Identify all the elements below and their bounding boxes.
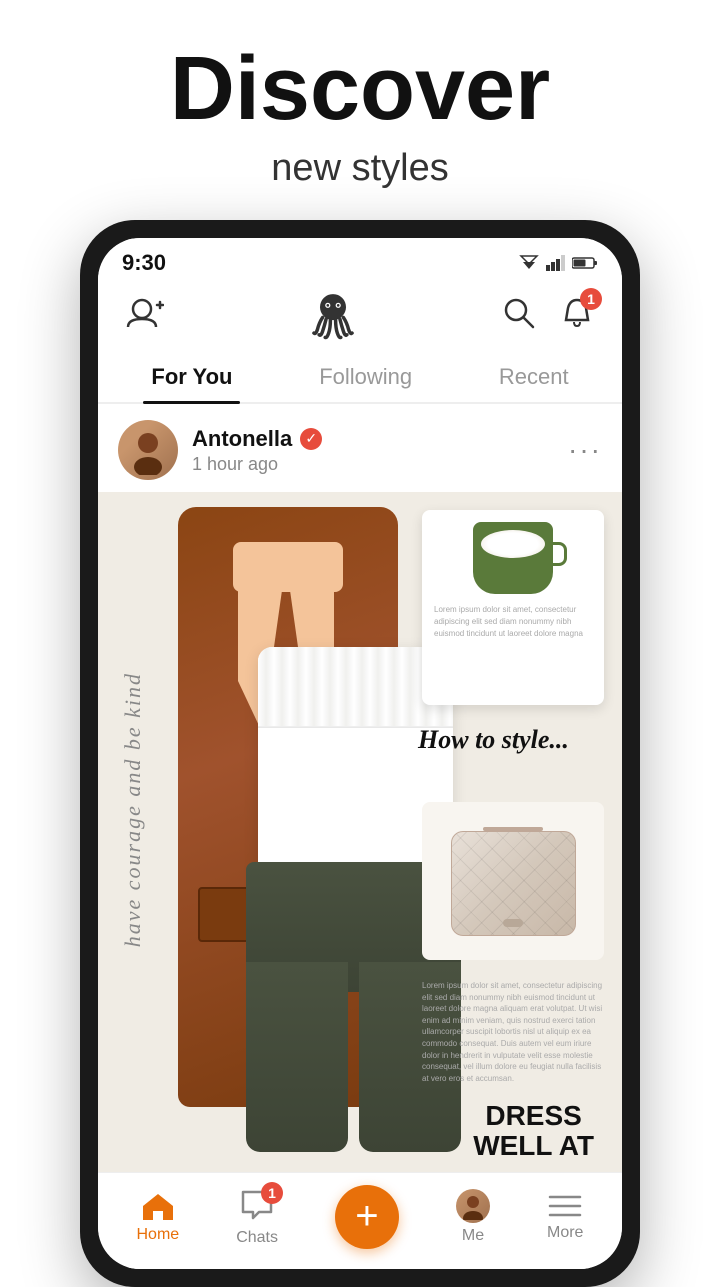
header-right: 1 xyxy=(498,292,598,337)
nav-me-avatar xyxy=(456,1189,490,1223)
coffee-card: Lorem ipsum dolor sit amet, consectetur … xyxy=(422,510,604,705)
pants-left-leg xyxy=(246,962,348,1152)
tab-for-you[interactable]: For You xyxy=(131,352,252,402)
dress-well-text: DRESS WELL AT xyxy=(473,1101,594,1160)
more-label: More xyxy=(547,1224,583,1242)
how-to-style-text: How to style... xyxy=(418,724,600,755)
chats-icon-wrapper: 1 xyxy=(239,1188,275,1225)
search-icon xyxy=(502,296,536,330)
user-info: Antonella ✓ 1 hour ago xyxy=(192,426,322,475)
phone-screen: 9:30 xyxy=(98,238,622,1269)
status-bar: 9:30 xyxy=(98,238,622,280)
outfit-collage: have courage and be kind xyxy=(98,492,622,1172)
status-icons xyxy=(518,255,598,271)
me-label: Me xyxy=(462,1227,484,1245)
status-time: 9:30 xyxy=(122,250,166,276)
user-name-row: Antonella ✓ xyxy=(192,426,322,452)
coffee-cream xyxy=(481,530,545,558)
hero-section: Discover new styles xyxy=(0,0,720,220)
coffee-cup xyxy=(473,522,553,594)
nav-more[interactable]: More xyxy=(547,1192,583,1242)
lorem-text-block: Lorem ipsum dolor sit amet, consectetur … xyxy=(422,980,604,1084)
add-user-icon xyxy=(126,297,164,329)
chats-label: Chats xyxy=(236,1229,278,1247)
me-avatar-icon xyxy=(459,1192,487,1220)
post-container: Antonella ✓ 1 hour ago ··· have courage … xyxy=(98,404,622,1172)
nav-chats[interactable]: 1 Chats xyxy=(236,1188,278,1247)
wifi-icon xyxy=(518,255,540,271)
post-time: 1 hour ago xyxy=(192,454,322,475)
notification-button[interactable]: 1 xyxy=(556,292,598,337)
battery-icon xyxy=(572,256,598,270)
verified-badge-icon: ✓ xyxy=(300,428,322,450)
menu-icon xyxy=(548,1192,582,1220)
chats-badge: 1 xyxy=(261,1182,283,1204)
home-icon xyxy=(141,1190,175,1222)
bag-clasp xyxy=(503,919,523,927)
user-name: Antonella xyxy=(192,426,292,452)
octopus-logo-icon xyxy=(307,288,359,340)
avatar xyxy=(118,420,178,480)
add-user-button[interactable] xyxy=(122,293,168,336)
coffee-handle xyxy=(553,542,567,566)
more-options-button[interactable]: ··· xyxy=(568,434,602,466)
nav-me[interactable]: Me xyxy=(456,1189,490,1245)
avatar-silhouette-icon xyxy=(123,425,173,475)
add-post-button[interactable]: + xyxy=(335,1185,399,1249)
notification-badge: 1 xyxy=(580,288,602,310)
tab-bar: For You Following Recent xyxy=(98,352,622,404)
coat-collar xyxy=(233,542,343,592)
header-left xyxy=(122,293,168,336)
tab-recent[interactable]: Recent xyxy=(479,352,589,402)
search-button[interactable] xyxy=(498,292,540,337)
phone-frame: 9:30 xyxy=(80,220,640,1287)
post-header: Antonella ✓ 1 hour ago ··· xyxy=(98,404,622,492)
app-header: 1 xyxy=(98,280,622,352)
signal-icon xyxy=(546,255,566,271)
post-user: Antonella ✓ 1 hour ago xyxy=(118,420,322,480)
bag-wrapper xyxy=(451,827,576,936)
coffee-card-text: Lorem ipsum dolor sit amet, consectetur … xyxy=(434,604,592,640)
app-logo xyxy=(307,288,359,340)
bag-chain xyxy=(483,827,543,831)
bag-card xyxy=(422,802,604,960)
hero-subtitle: new styles xyxy=(0,147,720,190)
bag-body xyxy=(451,831,576,936)
tab-following[interactable]: Following xyxy=(299,352,432,402)
bottom-navigation: Home 1 Chats + xyxy=(98,1172,622,1269)
home-label: Home xyxy=(137,1226,180,1244)
side-text: have courage and be kind xyxy=(120,672,146,947)
post-image: have courage and be kind xyxy=(98,492,622,1172)
avatar-image xyxy=(118,420,178,480)
hero-title: Discover xyxy=(0,40,720,139)
nav-home[interactable]: Home xyxy=(137,1190,180,1244)
